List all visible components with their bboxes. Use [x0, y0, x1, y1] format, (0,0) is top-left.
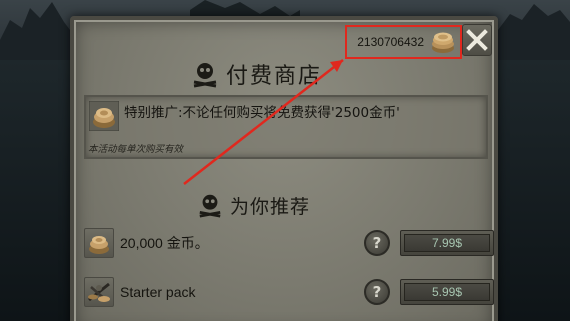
close-button[interactable]: [462, 24, 492, 56]
recommend-title-text: 为你推荐: [230, 195, 311, 218]
price-label: 5.99$: [404, 283, 490, 301]
shop-title-text: 付费商店: [226, 64, 323, 89]
item-name: Starter pack: [120, 284, 196, 300]
starter-pack-icon: [84, 277, 114, 307]
shop-item-row: Starter pack ? 5.99$: [84, 275, 494, 309]
coin-bag-icon: [84, 228, 114, 258]
promo-text: 特别推广:不论任何购买将免费获得'2500金币': [124, 105, 400, 121]
price-label: 7.99$: [404, 234, 490, 252]
coin-balance-value: 2130706432: [357, 35, 424, 49]
item-help-button[interactable]: ?: [364, 230, 390, 256]
item-help-button[interactable]: ?: [364, 279, 390, 305]
coin-stack-icon: [432, 32, 454, 53]
skull-crossbones-icon: [193, 63, 217, 88]
coin-bag-icon: [89, 101, 119, 131]
shop-title: 付费商店: [190, 58, 322, 90]
skull-crossbones-icon: [199, 194, 221, 218]
buy-price-button[interactable]: 5.99$: [400, 279, 494, 305]
shop-item-row: 20,000 金币。 ? 7.99$: [84, 226, 494, 260]
item-name: 20,000 金币。: [120, 235, 209, 251]
promo-banner: 特别推广:不论任何购买将免费获得'2500金币' 本活动每单次购买有效: [84, 95, 488, 159]
recommend-title: 为你推荐: [196, 188, 310, 222]
promo-note: 本活动每单次购买有效: [88, 144, 184, 155]
close-x-icon: [466, 29, 488, 51]
coin-balance: 2130706432: [345, 25, 462, 59]
buy-price-button[interactable]: 7.99$: [400, 230, 494, 256]
